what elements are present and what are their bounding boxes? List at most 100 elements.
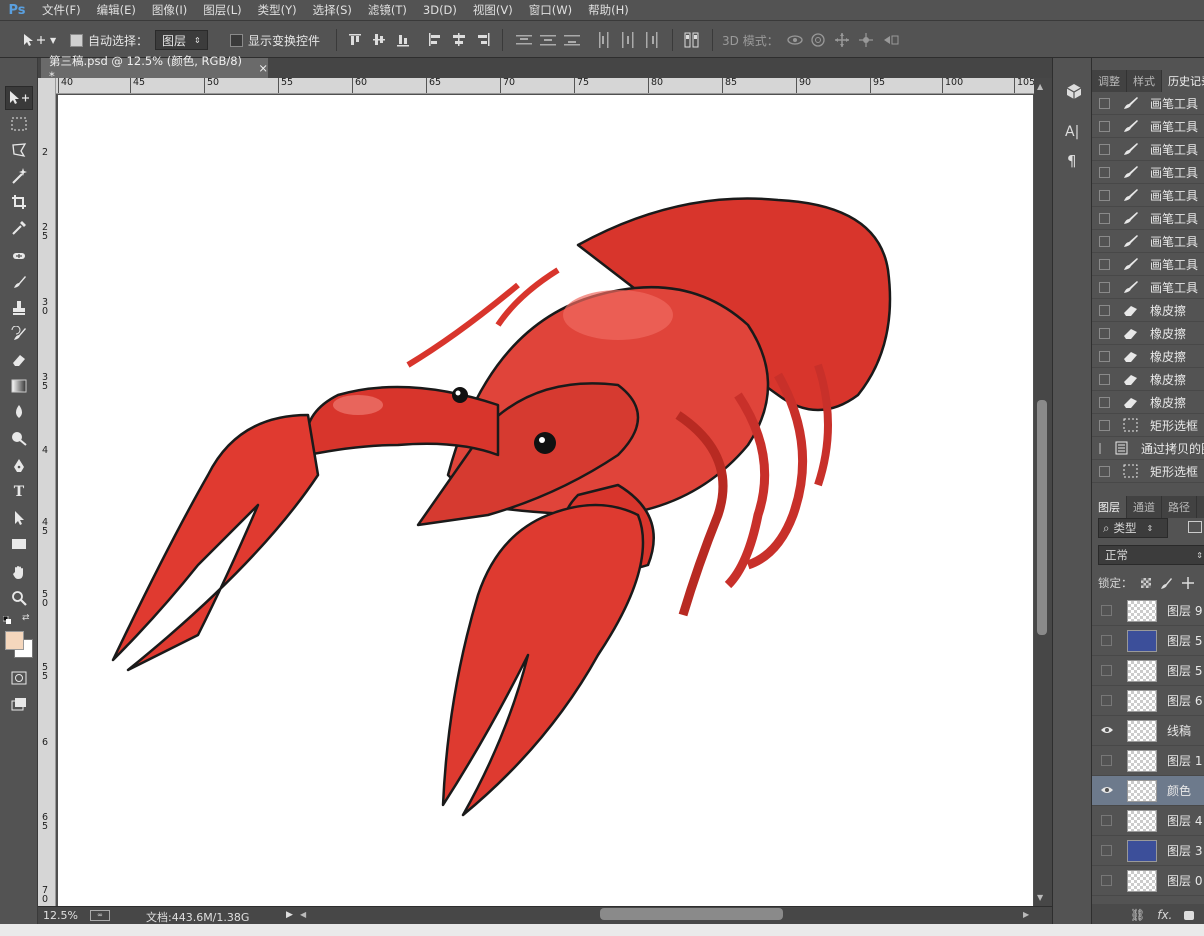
3d-panel-icon[interactable]	[1065, 82, 1083, 100]
history-state[interactable]: 画笔工具	[1092, 276, 1204, 299]
tab-adjustments[interactable]: 调整	[1092, 70, 1127, 92]
tab-paths[interactable]: 路径	[1162, 496, 1197, 518]
align-hcenter-icon[interactable]	[452, 32, 466, 48]
magic-wand-icon[interactable]	[5, 164, 33, 188]
chevron-down-icon[interactable]: ▼	[50, 29, 56, 51]
layer-row[interactable]: 图层 5	[1092, 626, 1204, 656]
rectangular-marquee-icon[interactable]	[5, 112, 33, 136]
hand-icon[interactable]	[5, 560, 33, 584]
history-state[interactable]: 画笔工具	[1092, 230, 1204, 253]
snapshot-source-checkbox[interactable]	[1099, 442, 1101, 454]
menu-file[interactable]: 文件(F)	[34, 2, 89, 18]
pen-icon[interactable]	[5, 454, 33, 478]
menu-window[interactable]: 窗口(W)	[521, 2, 580, 18]
layer-row[interactable]: 图层 6	[1092, 686, 1204, 716]
menu-3d[interactable]: 3D(D)	[415, 3, 465, 17]
auto-select-dropdown[interactable]: 图层 ⇕	[155, 29, 208, 51]
snapshot-source-checkbox[interactable]	[1099, 281, 1110, 293]
snapshot-source-checkbox[interactable]	[1099, 143, 1110, 155]
3d-orbit-icon[interactable]	[786, 32, 804, 48]
add-mask-icon[interactable]	[1184, 910, 1195, 920]
brush-icon[interactable]	[5, 270, 33, 294]
lock-transparency-icon[interactable]	[1140, 578, 1151, 588]
history-state[interactable]: 橡皮擦	[1092, 299, 1204, 322]
history-state[interactable]: 画笔工具	[1092, 138, 1204, 161]
align-left-icon[interactable]	[428, 32, 442, 48]
3d-scale-icon[interactable]	[882, 32, 900, 48]
tab-history[interactable]: 历史记录	[1162, 70, 1204, 92]
layer-row[interactable]: 图层 0	[1092, 866, 1204, 896]
snapshot-source-checkbox[interactable]	[1099, 212, 1110, 224]
snapshot-source-checkbox[interactable]	[1099, 350, 1110, 362]
crop-icon[interactable]	[5, 190, 33, 214]
history-brush-icon[interactable]	[5, 322, 33, 346]
ruler-horizontal[interactable]: 40 45 50 55 60 65 70 75 80 85 90 95 100 …	[56, 78, 1034, 94]
scroll-left-icon[interactable]: ◀	[300, 910, 306, 919]
layer-row[interactable]: 颜色	[1092, 776, 1204, 806]
visibility-toggle[interactable]	[1101, 875, 1112, 886]
3d-slide-icon[interactable]	[858, 32, 874, 48]
zoom-icon[interactable]	[5, 586, 33, 610]
history-state[interactable]: 画笔工具	[1092, 184, 1204, 207]
foreground-color-swatch[interactable]	[5, 631, 24, 650]
history-state[interactable]: 画笔工具	[1092, 253, 1204, 276]
distribute-hcenter-icon[interactable]	[620, 32, 636, 48]
link-layers-icon[interactable]: ⛓	[1130, 908, 1145, 922]
menu-layer[interactable]: 图层(L)	[195, 2, 249, 18]
menu-select[interactable]: 选择(S)	[305, 2, 360, 18]
layer-row[interactable]: 线稿	[1092, 716, 1204, 746]
eraser-icon[interactable]	[5, 348, 33, 372]
blend-mode-dropdown[interactable]: 正常 ⇕	[1098, 545, 1204, 565]
document-tab[interactable]: 第三稿.psd @ 12.5% (颜色, RGB/8) * ×	[41, 54, 268, 83]
lasso-icon[interactable]	[5, 138, 33, 162]
history-state[interactable]: 橡皮擦	[1092, 322, 1204, 345]
move-tool-preset-icon[interactable]	[22, 32, 48, 48]
history-state[interactable]: 画笔工具	[1092, 92, 1204, 115]
visibility-toggle[interactable]	[1101, 755, 1112, 766]
align-right-icon[interactable]	[476, 32, 490, 48]
layer-row[interactable]: 图层 3	[1092, 836, 1204, 866]
fx-button[interactable]: fx.	[1157, 908, 1172, 922]
history-state[interactable]: 橡皮擦	[1092, 368, 1204, 391]
distribute-left-icon[interactable]	[596, 32, 612, 48]
tab-styles[interactable]: 样式	[1127, 70, 1162, 92]
align-bottom-icon[interactable]	[396, 32, 410, 48]
menu-view[interactable]: 视图(V)	[465, 2, 521, 18]
visibility-toggle[interactable]	[1101, 845, 1112, 856]
show-transform-checkbox[interactable]: 显示变换控件	[230, 29, 320, 51]
distribute-top-icon[interactable]	[516, 32, 532, 48]
visibility-toggle[interactable]	[1101, 605, 1112, 616]
horizontal-scrollbar-thumb[interactable]	[600, 908, 783, 920]
history-state[interactable]: 画笔工具	[1092, 207, 1204, 230]
menu-type[interactable]: 类型(Y)	[250, 2, 305, 18]
snapshot-source-checkbox[interactable]	[1099, 304, 1110, 316]
history-state[interactable]: 矩形选框	[1092, 414, 1204, 437]
visibility-toggle[interactable]	[1101, 665, 1112, 676]
status-menu-arrow-icon[interactable]: ▶	[286, 910, 293, 920]
snapshot-source-checkbox[interactable]	[1099, 396, 1110, 408]
history-state[interactable]: 通过拷贝的图层	[1092, 437, 1204, 460]
history-state[interactable]: 橡皮擦	[1092, 391, 1204, 414]
path-selection-icon[interactable]	[5, 506, 33, 530]
layer-row[interactable]: 图层 4	[1092, 806, 1204, 836]
zoom-level[interactable]: 12.5%	[43, 909, 78, 922]
snapshot-source-checkbox[interactable]	[1099, 419, 1110, 431]
scroll-down-icon[interactable]: ▼	[1037, 893, 1043, 902]
snapshot-source-checkbox[interactable]	[1099, 235, 1110, 247]
align-vcenter-icon[interactable]	[372, 32, 386, 48]
history-state[interactable]: 画笔工具	[1092, 161, 1204, 184]
snapshot-source-checkbox[interactable]	[1099, 120, 1110, 132]
image-filter-icon[interactable]	[1188, 521, 1202, 533]
menu-edit[interactable]: 编辑(E)	[89, 2, 144, 18]
eye-icon[interactable]	[1099, 725, 1115, 737]
character-panel-icon[interactable]: A|	[1065, 124, 1083, 142]
document-canvas[interactable]	[58, 95, 1033, 906]
swap-colors-icon[interactable]: ⇄	[22, 613, 32, 623]
snapshot-source-checkbox[interactable]	[1099, 465, 1110, 477]
auto-select-checkbox[interactable]: 自动选择：	[70, 29, 148, 51]
snapshot-source-checkbox[interactable]	[1099, 373, 1110, 385]
visibility-toggle[interactable]	[1101, 695, 1112, 706]
vertical-scrollbar-thumb[interactable]	[1037, 400, 1047, 635]
screen-mode-icon[interactable]	[5, 692, 33, 716]
snapshot-source-checkbox[interactable]	[1099, 258, 1110, 270]
